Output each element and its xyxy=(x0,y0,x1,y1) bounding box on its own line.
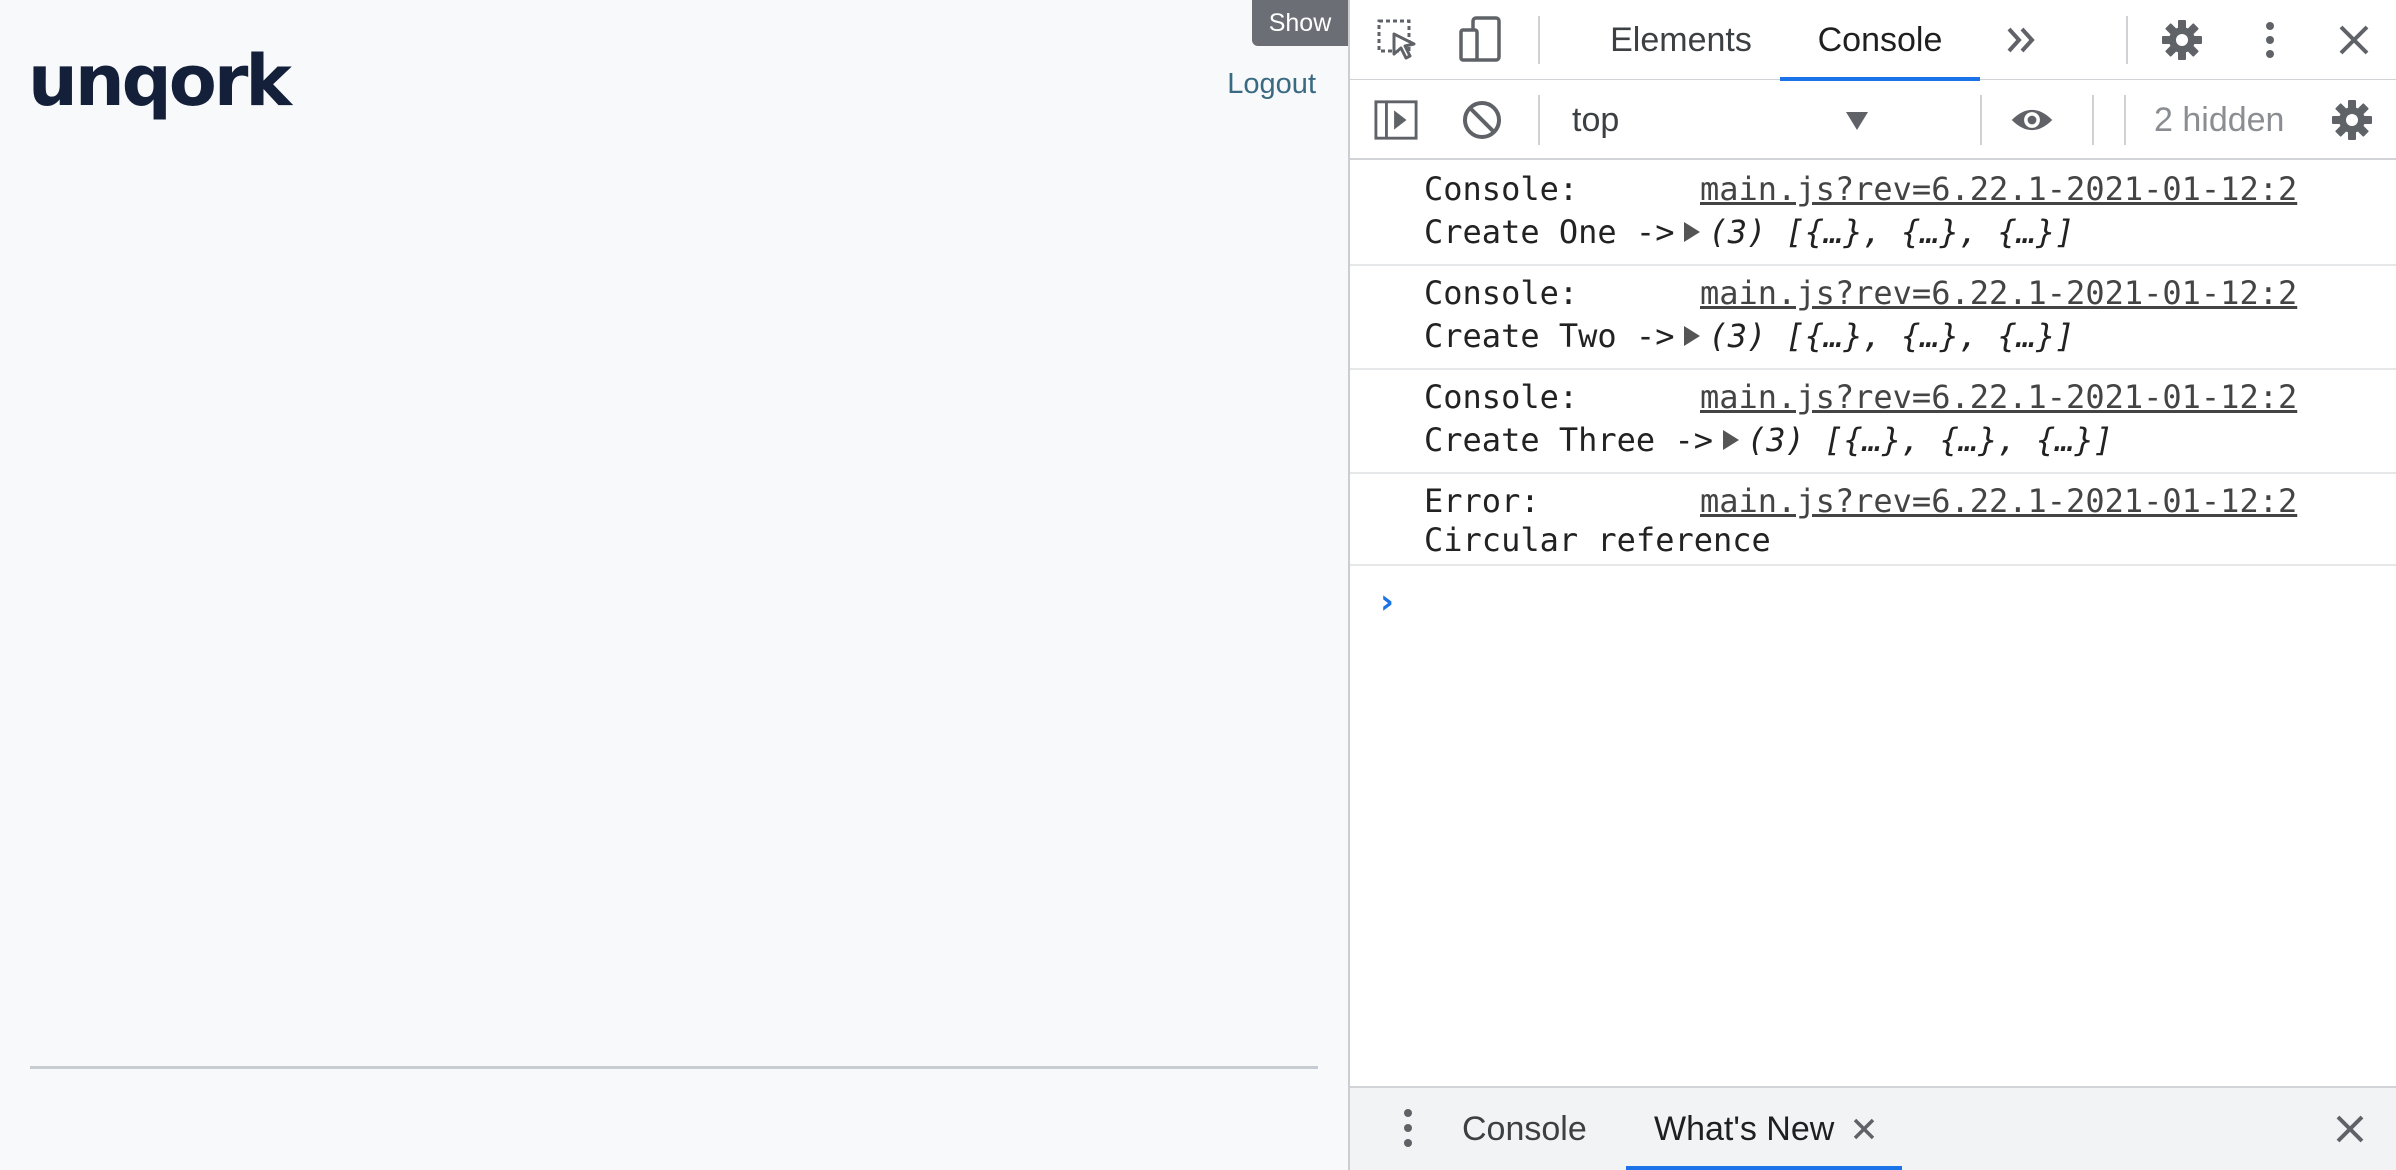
device-toolbar-icon[interactable] xyxy=(1458,16,1502,62)
console-toolbar: top 2 hidden xyxy=(1350,81,2396,160)
message-prefix: Create Two -> xyxy=(1424,317,1675,355)
toolbar-separator xyxy=(2124,95,2126,145)
console-message: Console: main.js?rev=6.22.1-2021-01-12:2… xyxy=(1350,266,2396,370)
message-kind: Console: xyxy=(1424,274,1579,312)
message-source-link[interactable]: main.js?rev=6.22.1-2021-01-12:2 xyxy=(1700,274,2297,312)
devtools-tab-bar: Elements Console xyxy=(1350,0,2396,81)
expand-triangle-icon[interactable] xyxy=(1722,430,1739,450)
message-value[interactable]: (3) [{…}, {…}, {…}] xyxy=(1708,317,2074,355)
toolbar-separator xyxy=(2092,95,2094,145)
divider xyxy=(30,1066,1318,1069)
drawer-menu-icon[interactable] xyxy=(1386,1106,1430,1150)
console-error-message: Error: main.js?rev=6.22.1-2021-01-12:2 C… xyxy=(1350,474,2396,566)
hidden-messages-count[interactable]: 2 hidden xyxy=(2154,95,2284,145)
message-value[interactable]: (3) [{…}, {…}, {…}] xyxy=(1747,421,2113,459)
message-body: Create Three -> (3) [{…}, {…}, {…}] xyxy=(1424,421,2113,459)
message-source-link[interactable]: main.js?rev=6.22.1-2021-01-12:2 xyxy=(1700,378,2297,416)
close-icon[interactable] xyxy=(2332,18,2376,62)
close-drawer-icon[interactable] xyxy=(2328,1107,2372,1151)
drawer-tab-console[interactable]: Console xyxy=(1462,1088,1587,1170)
console-prompt-icon[interactable]: › xyxy=(1380,582,1394,622)
devtools-drawer: Console What's New xyxy=(1350,1086,2396,1170)
message-body: Create Two -> (3) [{…}, {…}, {…}] xyxy=(1424,317,2075,355)
drawer-tab-label: What's New xyxy=(1654,1109,1835,1148)
expand-triangle-icon[interactable] xyxy=(1684,326,1701,346)
tab-elements[interactable]: Elements xyxy=(1586,0,1776,80)
toolbar-separator xyxy=(1538,95,1540,145)
message-kind: Console: xyxy=(1424,378,1579,416)
toolbar-separator xyxy=(1538,16,1540,64)
console-message: Console: main.js?rev=6.22.1-2021-01-12:2… xyxy=(1350,370,2396,474)
message-kind: Error: xyxy=(1424,482,1540,520)
active-drawer-tab-indicator xyxy=(1626,1166,1902,1170)
console-settings-icon[interactable] xyxy=(2330,98,2374,142)
message-source-link[interactable]: main.js?rev=6.22.1-2021-01-12:2 xyxy=(1700,170,2297,208)
unqork-logo: unqork xyxy=(28,40,292,122)
tab-console[interactable]: Console xyxy=(1780,0,1980,80)
message-source-link[interactable]: main.js?rev=6.22.1-2021-01-12:2 xyxy=(1700,482,2297,520)
toolbar-separator xyxy=(2126,16,2128,64)
settings-icon[interactable] xyxy=(2160,18,2204,62)
message-body: Circular reference xyxy=(1424,521,1771,559)
context-select[interactable]: top xyxy=(1564,95,1874,145)
console-message: Console: main.js?rev=6.22.1-2021-01-12:2… xyxy=(1350,162,2396,266)
sidebar-toggle-icon[interactable] xyxy=(1374,98,1418,142)
show-button[interactable]: Show xyxy=(1252,0,1348,46)
expand-triangle-icon[interactable] xyxy=(1684,222,1701,242)
message-value[interactable]: (3) [{…}, {…}, {…}] xyxy=(1708,213,2074,251)
message-body: Create One -> (3) [{…}, {…}, {…}] xyxy=(1424,213,2075,251)
message-prefix: Create Three -> xyxy=(1424,421,1713,459)
kebab-menu-icon[interactable] xyxy=(2248,18,2292,62)
close-tab-icon[interactable] xyxy=(1852,1117,1876,1141)
toolbar-separator xyxy=(1980,95,1982,145)
context-select-value: top xyxy=(1572,100,1620,139)
drawer-tab-whats-new[interactable]: What's New xyxy=(1654,1088,1876,1170)
message-prefix: Create One -> xyxy=(1424,213,1675,251)
devtools-panel: Elements Console top 2 hidden Console: m… xyxy=(1348,0,2396,1170)
eye-icon[interactable] xyxy=(2010,98,2054,142)
more-tabs-icon[interactable] xyxy=(2000,18,2044,62)
inspect-element-icon[interactable] xyxy=(1376,18,1420,62)
clear-console-icon[interactable] xyxy=(1460,98,1504,142)
logout-link[interactable]: Logout xyxy=(1227,68,1316,101)
app-pane: unqork Logout Show xyxy=(0,0,1348,1170)
dropdown-arrow-icon xyxy=(1846,112,1868,130)
console-output: Console: main.js?rev=6.22.1-2021-01-12:2… xyxy=(1350,162,2396,1082)
message-kind: Console: xyxy=(1424,170,1579,208)
